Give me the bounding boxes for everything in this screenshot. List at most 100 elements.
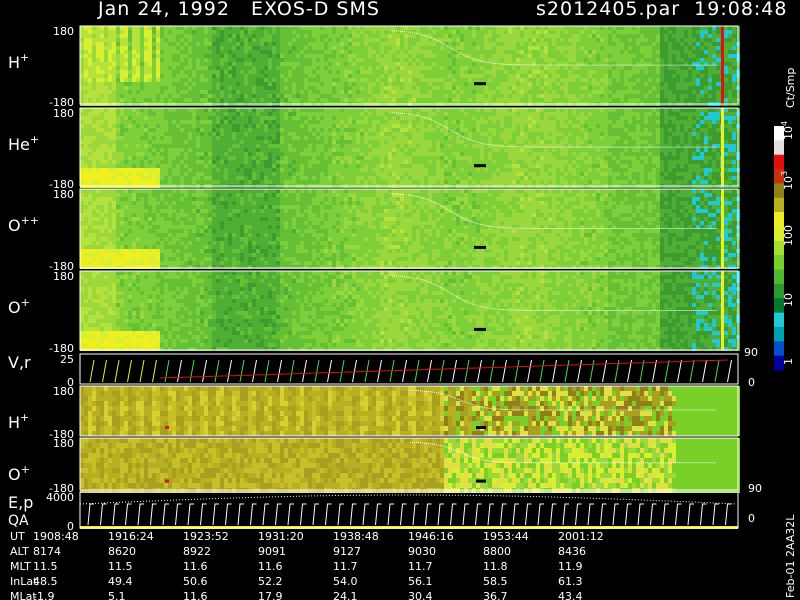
heat-cell — [136, 70, 140, 74]
heat-cell — [304, 58, 308, 62]
heat-cell — [356, 94, 360, 98]
heat-cell — [200, 54, 204, 58]
heat-cell — [188, 30, 192, 34]
heat-cell — [152, 98, 156, 102]
heat-cell — [428, 94, 432, 98]
heat-cell — [208, 54, 212, 58]
heat-cell — [292, 54, 296, 58]
heat-cell — [336, 62, 340, 66]
heat-cell — [264, 94, 268, 98]
heat-cell — [312, 26, 316, 30]
heat-cell — [352, 58, 356, 62]
heat-cell — [308, 90, 312, 94]
heat-cell — [384, 26, 388, 30]
heat-cell — [164, 74, 168, 78]
heat-cell — [240, 70, 244, 74]
heat-cell — [448, 66, 452, 70]
heat-cell — [220, 98, 224, 102]
heat-cell — [240, 58, 244, 62]
heat-cell — [364, 90, 368, 94]
heat-cell — [308, 26, 312, 30]
heat-cell — [292, 86, 296, 90]
heat-cell — [120, 74, 124, 78]
heat-cell — [212, 26, 216, 30]
heat-cell — [120, 94, 124, 98]
heat-cell — [400, 62, 404, 66]
heat-cell — [140, 94, 144, 98]
heat-cell — [376, 98, 380, 102]
heat-cell — [80, 30, 84, 34]
heat-cell — [340, 98, 344, 102]
heat-cell — [456, 26, 460, 30]
heat-cell — [320, 42, 324, 46]
heat-cell — [260, 86, 264, 90]
heat-cell — [260, 58, 264, 62]
heat-cell — [340, 34, 344, 38]
heat-cell — [448, 90, 452, 94]
heat-cell — [320, 50, 324, 54]
heat-cell — [96, 66, 100, 70]
heat-cell — [396, 78, 400, 82]
heat-cell — [228, 26, 232, 30]
heat-cell — [104, 94, 108, 98]
heat-cell — [144, 78, 148, 82]
heat-cell — [352, 38, 356, 42]
heat-cell — [304, 82, 308, 86]
heat-cell — [360, 98, 364, 102]
heat-cell — [80, 94, 84, 98]
heat-cell — [272, 98, 276, 102]
heat-cell — [176, 46, 180, 50]
heat-cell — [100, 58, 104, 62]
heat-cell — [392, 66, 396, 70]
heat-cell — [348, 86, 352, 90]
heat-cell — [436, 42, 440, 46]
heat-cell — [364, 70, 368, 74]
heat-cell — [384, 30, 388, 34]
heat-cell — [228, 94, 232, 98]
heat-cell — [328, 90, 332, 94]
heat-cell — [364, 46, 368, 50]
heat-cell — [96, 86, 100, 90]
heat-cell — [240, 74, 244, 78]
heat-cell — [416, 38, 420, 42]
heat-cell — [124, 94, 128, 98]
heat-cell — [396, 38, 400, 42]
heat-cell — [88, 98, 92, 102]
heat-cell — [188, 34, 192, 38]
heat-cell — [448, 30, 452, 34]
heat-cell — [84, 94, 88, 98]
heat-cell — [348, 58, 352, 62]
heat-cell — [252, 42, 256, 46]
heat-cell — [392, 98, 396, 102]
heat-cell — [260, 30, 264, 34]
heat-cell — [460, 30, 464, 34]
heat-cell — [264, 82, 268, 86]
heat-cell — [328, 66, 332, 70]
heat-cell — [204, 74, 208, 78]
heat-cell — [180, 54, 184, 58]
heat-cell — [408, 38, 412, 42]
heat-cell — [444, 66, 448, 70]
heat-cell — [232, 74, 236, 78]
heat-cell — [92, 42, 96, 46]
heat-cell — [368, 98, 372, 102]
heat-cell — [144, 82, 148, 86]
heat-cell — [132, 50, 136, 54]
heat-cell — [236, 30, 240, 34]
heat-cell — [300, 70, 304, 74]
heat-cell — [224, 50, 228, 54]
heat-cell — [264, 62, 268, 66]
heat-cell — [328, 58, 332, 62]
heat-cell — [136, 82, 140, 86]
heat-cell — [368, 58, 372, 62]
heat-cell — [88, 86, 92, 90]
heat-cell — [188, 54, 192, 58]
heat-cell — [292, 46, 296, 50]
heat-cell — [112, 26, 116, 30]
heat-cell — [144, 70, 148, 74]
heat-cell — [404, 26, 408, 30]
heat-cell — [104, 50, 108, 54]
heat-cell — [144, 98, 148, 102]
heat-cell — [292, 38, 296, 42]
heat-cell — [348, 74, 352, 78]
